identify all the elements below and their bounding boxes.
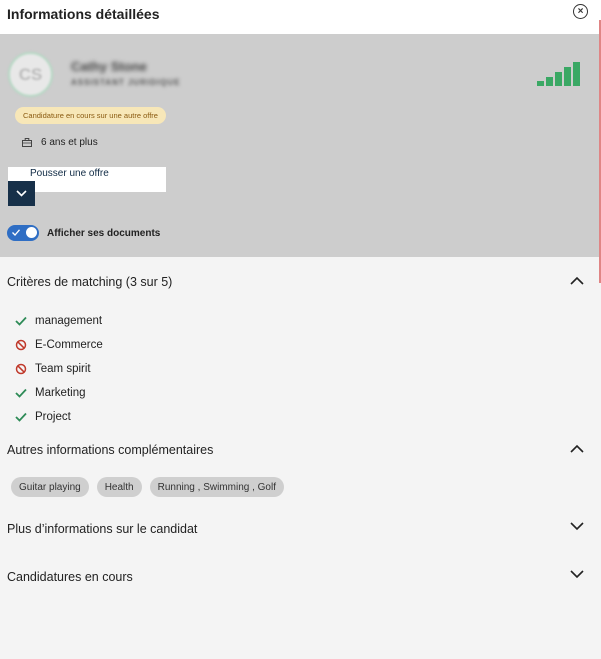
more-info-section-title[interactable]: Plus d’informations sur le candidat xyxy=(7,522,197,536)
push-offer-dropdown-button[interactable] xyxy=(8,181,35,206)
check-icon xyxy=(12,229,20,236)
criterion-label: Project xyxy=(35,411,71,423)
status-badge: Candidature en cours sur une autre offre xyxy=(15,107,166,124)
chevron-up-icon[interactable] xyxy=(570,276,584,285)
matching-criteria-list: management E-Commerce Team spirit Market… xyxy=(14,309,103,429)
criterion-label: E-Commerce xyxy=(35,339,103,351)
criterion-label: management xyxy=(35,315,103,327)
experience-label: 6 ans et plus xyxy=(41,137,98,148)
candidate-name: Cathy Stone xyxy=(71,59,147,74)
block-icon xyxy=(14,363,28,375)
tag-chip: Running , Swimming , Golf xyxy=(149,477,284,497)
block-icon xyxy=(14,339,28,351)
experience-row: 6 ans et plus xyxy=(22,137,98,148)
criterion-item: Team spirit xyxy=(14,357,103,381)
documents-toggle[interactable] xyxy=(7,225,39,241)
tag-list: Guitar playing Health Running , Swimming… xyxy=(11,477,292,497)
tag-chip: Guitar playing xyxy=(11,477,89,497)
documents-toggle-row: Afficher ses documents xyxy=(7,225,160,241)
criterion-item: Project xyxy=(14,405,103,429)
close-icon: × xyxy=(577,5,584,17)
check-icon xyxy=(14,315,28,327)
criterion-label: Marketing xyxy=(35,387,86,399)
chevron-down-icon[interactable] xyxy=(570,522,584,531)
chevron-up-icon[interactable] xyxy=(570,444,584,453)
briefcase-icon xyxy=(22,138,32,147)
close-button[interactable]: × xyxy=(573,4,588,19)
criterion-item: Marketing xyxy=(14,381,103,405)
criterion-label: Team spirit xyxy=(35,363,91,375)
panel-header: Informations détaillées × xyxy=(0,0,601,34)
criterion-item: E-Commerce xyxy=(14,333,103,357)
chevron-down-icon[interactable] xyxy=(570,570,584,579)
check-icon xyxy=(14,411,28,423)
chevron-down-icon xyxy=(16,190,27,197)
candidate-profile: CS Cathy Stone ASSISTANT JURIDIQUE Candi… xyxy=(0,34,601,257)
avatar: CS xyxy=(8,52,53,97)
criterion-item: management xyxy=(14,309,103,333)
panel-title: Informations détaillées xyxy=(7,6,160,22)
signal-strength-icon xyxy=(537,62,580,86)
toggle-knob xyxy=(26,227,37,238)
documents-toggle-label: Afficher ses documents xyxy=(47,227,161,239)
additional-info-section-title[interactable]: Autres informations complémentaires xyxy=(7,443,213,457)
matching-section-title[interactable]: Critères de matching (3 sur 5) xyxy=(7,275,172,289)
tag-chip: Health xyxy=(96,477,142,497)
candidate-role: ASSISTANT JURIDIQUE xyxy=(71,78,181,87)
check-icon xyxy=(14,387,28,399)
applications-section-title[interactable]: Candidatures en cours xyxy=(7,570,133,584)
